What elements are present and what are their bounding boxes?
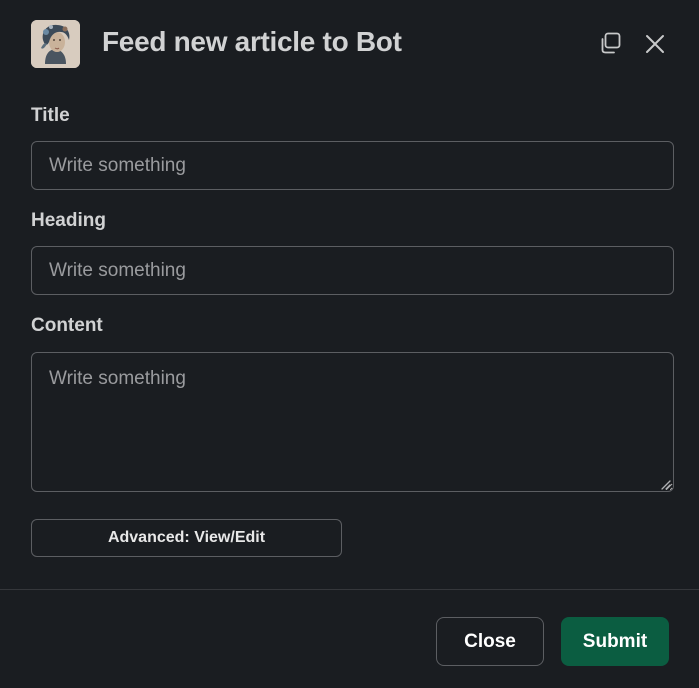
popout-window-icon	[601, 32, 621, 54]
advanced-view-edit-button[interactable]: Advanced: View/Edit	[31, 519, 342, 557]
title-label: Title	[31, 105, 70, 126]
heading-input[interactable]	[31, 246, 674, 295]
title-input[interactable]	[31, 141, 674, 190]
feed-article-modal: Feed new article to Bot Title Heading Co…	[0, 0, 699, 688]
submit-button[interactable]: Submit	[561, 617, 669, 666]
popout-button[interactable]	[597, 30, 625, 58]
footer-divider	[0, 589, 699, 590]
heading-label: Heading	[31, 210, 106, 231]
modal-header: Feed new article to Bot	[31, 20, 699, 68]
close-icon	[646, 35, 664, 53]
content-label: Content	[31, 315, 103, 336]
content-textarea[interactable]	[31, 352, 674, 492]
close-x-button[interactable]	[641, 30, 669, 58]
close-button[interactable]: Close	[436, 617, 544, 666]
ai-face-avatar-icon	[31, 20, 80, 68]
modal-title: Feed new article to Bot	[102, 26, 402, 57]
